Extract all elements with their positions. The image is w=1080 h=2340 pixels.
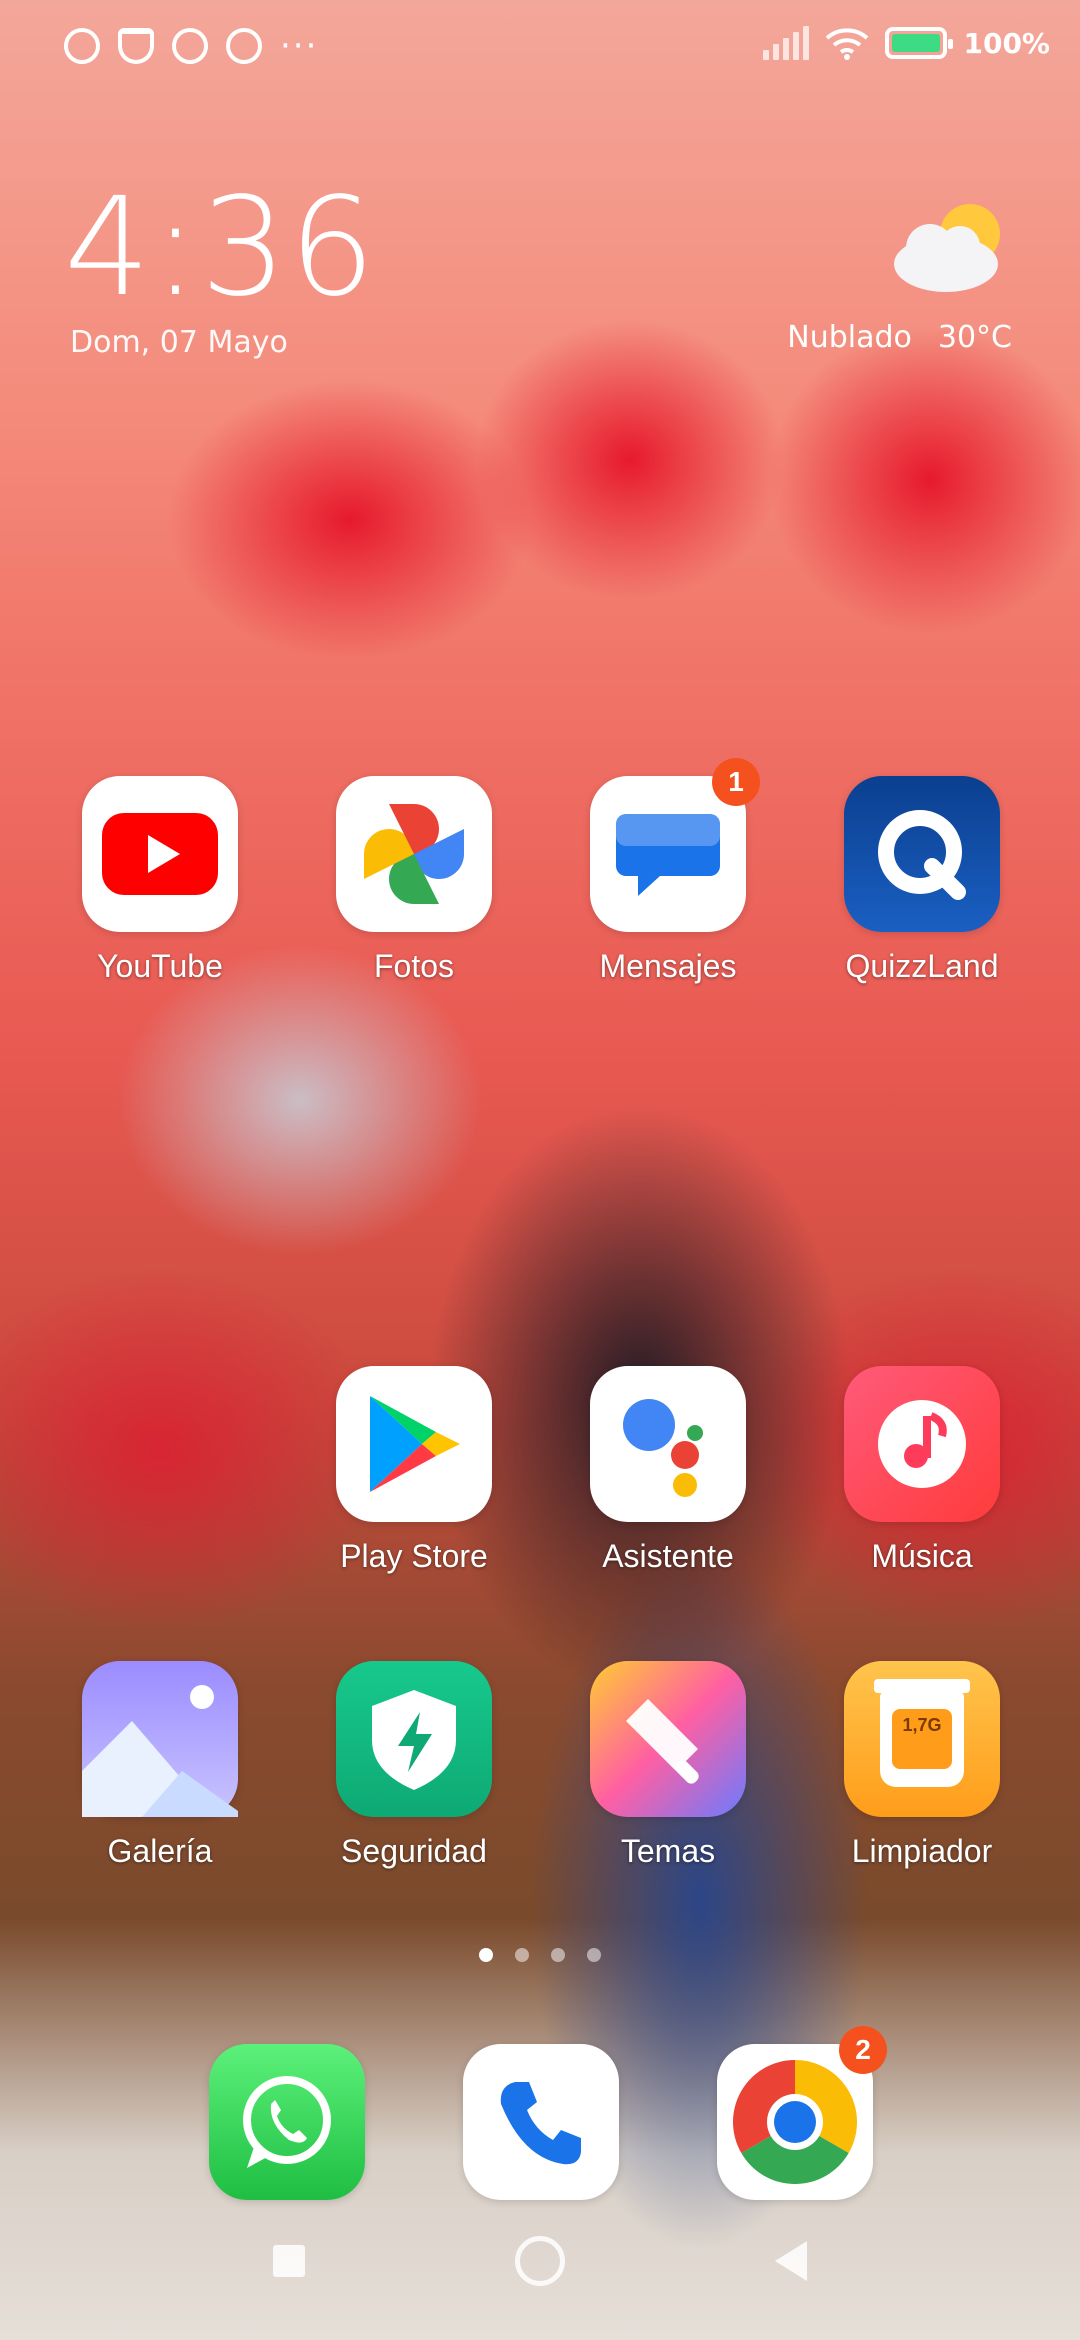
back-button[interactable] — [775, 2241, 807, 2281]
page-dot-3[interactable] — [551, 1948, 565, 1962]
notification-badge: 1 — [712, 758, 760, 806]
chrome-icon: 2 — [717, 2026, 887, 2200]
battery-charging-icon — [885, 27, 954, 59]
app-label: Mensajes — [599, 948, 737, 984]
app-galeria[interactable]: Galería — [81, 1661, 239, 1870]
partly-cloudy-icon[interactable] — [888, 196, 1008, 296]
home-button[interactable] — [515, 2236, 565, 2286]
cleaner-icon: 1,7G — [844, 1661, 1000, 1817]
app-quizzland[interactable]: QuizzLand — [843, 776, 1001, 985]
dock-chrome[interactable]: 2 — [716, 2026, 887, 2200]
themes-icon — [590, 1661, 746, 1817]
whatsapp-icon — [209, 2044, 365, 2200]
cleaner-storage-text: 1,7G — [892, 1709, 952, 1769]
youtube-icon — [82, 776, 238, 932]
battery-percentage: 100% — [963, 26, 1050, 60]
page-dot-1[interactable] — [479, 1948, 493, 1962]
gallery-icon — [82, 1661, 238, 1817]
photos-icon — [336, 776, 492, 932]
app-label: Música — [871, 1538, 973, 1574]
signal-icon — [763, 26, 810, 60]
app-label: QuizzLand — [845, 948, 999, 984]
app-asistente[interactable]: Asistente — [589, 1366, 747, 1575]
weather-widget[interactable]: Nublado 30°C — [787, 320, 1012, 355]
messages-icon: 1 — [590, 758, 760, 932]
app-limpiador[interactable]: 1,7G Limpiador — [843, 1661, 1001, 1870]
app-label: Galería — [107, 1833, 213, 1869]
recents-button[interactable] — [273, 2245, 305, 2277]
page-dot-2[interactable] — [515, 1948, 529, 1962]
security-icon — [336, 1661, 492, 1817]
phone-icon — [463, 2044, 619, 2200]
sync-icon-2 — [226, 28, 262, 64]
more-dots-icon: ··· — [280, 26, 319, 66]
app-musica[interactable]: Música — [843, 1366, 1001, 1575]
app-label: Seguridad — [341, 1833, 487, 1869]
app-temas[interactable]: Temas — [589, 1661, 747, 1870]
sync-icon — [172, 28, 208, 64]
alarm-icon — [64, 28, 100, 64]
app-mensajes[interactable]: 1 Mensajes — [589, 758, 760, 985]
app-label: YouTube — [97, 948, 223, 984]
app-label: Play Store — [340, 1538, 488, 1574]
app-label: Temas — [620, 1833, 716, 1869]
dock-phone[interactable] — [462, 2044, 620, 2200]
notification-icon — [118, 28, 154, 64]
app-seguridad[interactable]: Seguridad — [335, 1661, 493, 1870]
app-fotos[interactable]: Fotos — [335, 776, 493, 985]
weather-condition: Nublado — [787, 320, 912, 355]
dock-whatsapp[interactable] — [208, 2044, 366, 2200]
navigation-bar — [0, 2236, 1080, 2286]
page-indicator[interactable] — [479, 1948, 601, 1962]
play-store-icon — [336, 1366, 492, 1522]
notification-badge: 2 — [839, 2026, 887, 2074]
page-dot-4[interactable] — [587, 1948, 601, 1962]
status-bar-left: ··· — [64, 28, 318, 64]
quizzland-icon — [844, 776, 1000, 932]
app-label: Asistente — [602, 1538, 734, 1574]
app-play-store[interactable]: Play Store — [335, 1366, 493, 1575]
app-youtube[interactable]: YouTube — [81, 776, 239, 985]
music-icon — [844, 1366, 1000, 1522]
wifi-icon — [826, 28, 869, 60]
clock-time[interactable]: 4:36 — [64, 180, 377, 316]
app-label: Fotos — [373, 948, 455, 984]
weather-temperature: 30°C — [937, 320, 1012, 355]
assistant-icon — [590, 1366, 746, 1522]
clock-date[interactable]: Dom, 07 Mayo — [70, 325, 288, 360]
app-label: Limpiador — [851, 1833, 993, 1869]
status-bar-right: 100% — [763, 26, 1050, 60]
